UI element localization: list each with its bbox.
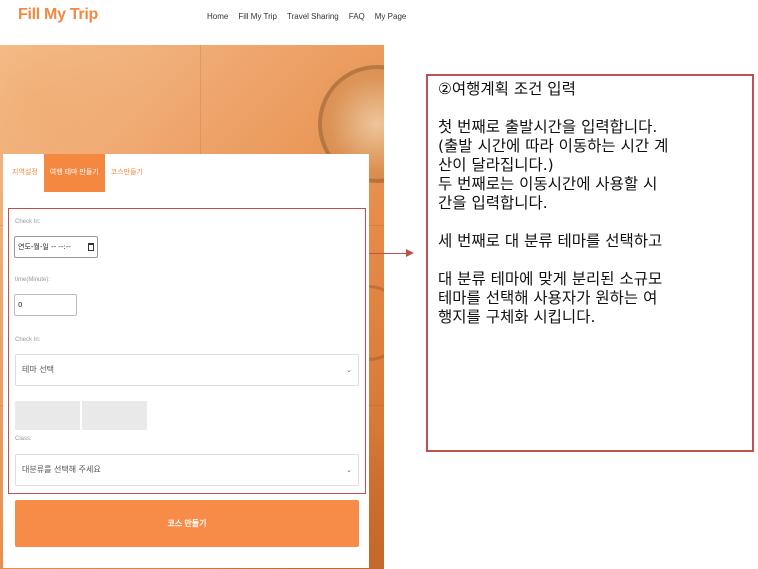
subtheme-option-2[interactable] bbox=[82, 401, 147, 430]
time-label: time(Minute): bbox=[15, 277, 51, 283]
nav-home[interactable]: Home bbox=[207, 12, 228, 21]
annotation-line: 두 번째로는 이동시간에 사용할 시 bbox=[438, 175, 658, 193]
theme-select-value: 테마 선택 bbox=[22, 365, 54, 374]
annotation-line: 간을 입력합니다. bbox=[438, 194, 548, 212]
annotation-line: 첫 번째로 출발시간을 입력합니다. bbox=[438, 118, 658, 136]
annotation-line: (출발 시간에 따라 이동하는 시간 계 bbox=[438, 137, 669, 155]
chevron-down-icon: ⌄ bbox=[346, 366, 352, 374]
form-tabs: 지역설정 여행 테마 만들기 코스만들기 bbox=[6, 154, 149, 192]
annotation-box: ②여행계획 조건 입력 첫 번째로 출발시간을 입력합니다. (출발 시간에 따… bbox=[426, 74, 754, 452]
theme-label: Check In: bbox=[15, 337, 41, 343]
tab-theme[interactable]: 여행 테마 만들기 bbox=[43, 154, 105, 192]
tab-course[interactable]: 코스만들기 bbox=[105, 154, 149, 192]
annotation-line: 산이 달라집니다.) bbox=[438, 156, 554, 174]
annotation-line: 세 번째로 대 분류 테마를 선택하고 bbox=[438, 232, 663, 250]
trip-form-card: 지역설정 여행 테마 만들기 코스만들기 Check In: 연도-월-일 --… bbox=[3, 154, 369, 568]
travel-time-input[interactable]: 0 bbox=[14, 294, 77, 316]
annotation-line: 행지를 구체화 시킵니다. bbox=[438, 308, 596, 326]
class-label: Class: bbox=[15, 436, 32, 442]
checkin-label: Check In: bbox=[15, 219, 41, 225]
hero-background: 지역설정 여행 테마 만들기 코스만들기 Check In: 연도-월-일 --… bbox=[0, 45, 384, 569]
annotation-title: ②여행계획 조건 입력 bbox=[438, 80, 576, 98]
nav-fill-my-trip[interactable]: Fill My Trip bbox=[238, 12, 277, 21]
annotation-line: 테마를 선택해 사용자가 원하는 여 bbox=[438, 289, 658, 307]
arrow-right-icon bbox=[406, 249, 414, 257]
chevron-down-icon: ⌄ bbox=[346, 466, 352, 474]
class-select-value: 대분류를 선택해 주세요 bbox=[22, 465, 101, 474]
annotation-line: 대 분류 테마에 맞게 분리된 소규모 bbox=[438, 270, 663, 288]
departure-datetime-input[interactable]: 연도-월-일 -- --:-- bbox=[14, 236, 98, 258]
nav-faq[interactable]: FAQ bbox=[349, 12, 365, 21]
create-course-button[interactable]: 코스 만들기 bbox=[15, 500, 359, 547]
class-select[interactable]: 대분류를 선택해 주세요 ⌄ bbox=[15, 454, 359, 486]
subtheme-option-1[interactable] bbox=[15, 401, 80, 430]
calendar-icon[interactable] bbox=[88, 243, 94, 251]
top-nav: Home Fill My Trip Travel Sharing FAQ My … bbox=[207, 9, 406, 23]
app-logo[interactable]: Fill My Trip bbox=[18, 6, 98, 24]
datetime-value: 연도-월-일 -- --:-- bbox=[18, 243, 71, 251]
nav-my-page[interactable]: My Page bbox=[375, 12, 407, 21]
theme-select[interactable]: 테마 선택 ⌄ bbox=[15, 354, 359, 386]
nav-travel-sharing[interactable]: Travel Sharing bbox=[287, 12, 339, 21]
tab-region[interactable]: 지역설정 bbox=[6, 154, 44, 192]
